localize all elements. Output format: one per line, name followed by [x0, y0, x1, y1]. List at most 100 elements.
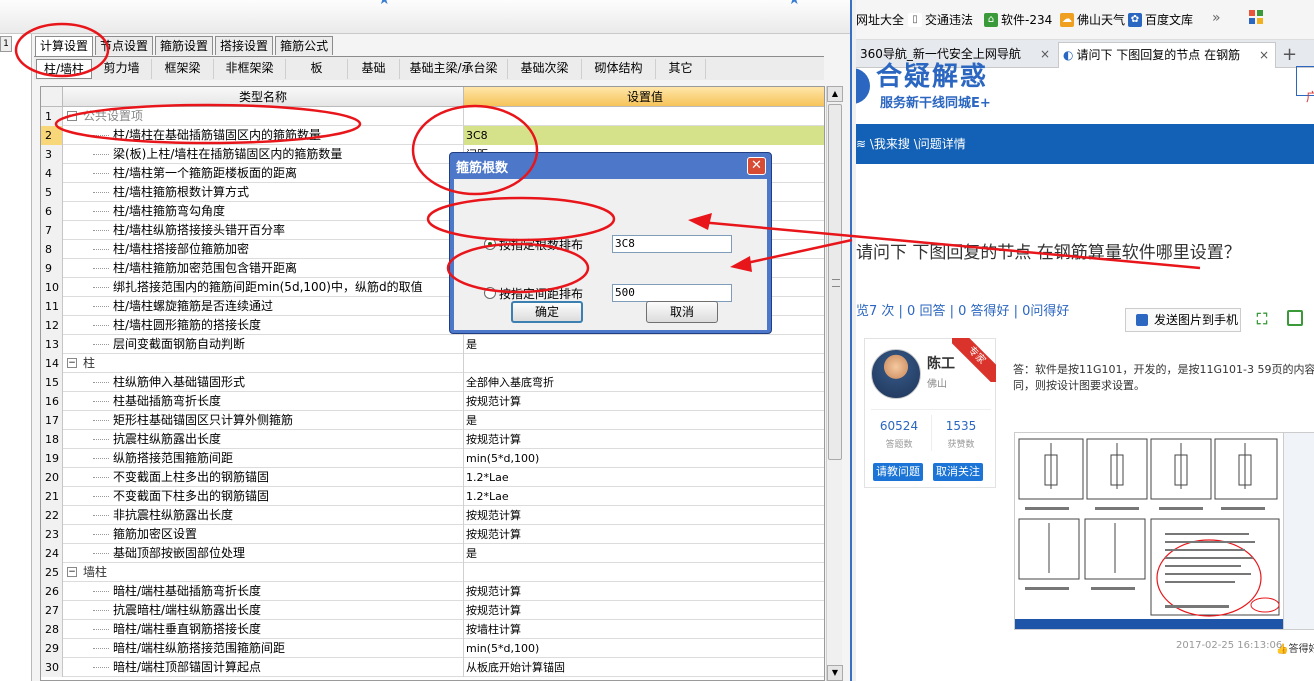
tab-sub-7[interactable]: 基础次梁	[508, 59, 582, 79]
row-setting-value[interactable]: 全部伸入基底弯折	[464, 373, 824, 392]
window-top-bar: ★ ★	[0, 0, 852, 34]
expand-icon[interactable]: ⛶	[1254, 310, 1270, 328]
row-setting-value[interactable]	[464, 107, 824, 126]
row-number: 30	[41, 658, 63, 677]
expert-name[interactable]: 陈工	[927, 353, 955, 373]
row-setting-value[interactable]: min(5*d,100)	[464, 639, 824, 658]
bookmark-item[interactable]: ▯ 交通违法	[908, 11, 973, 29]
ask-question-button[interactable]: 请教问题	[873, 463, 923, 481]
tab-sub-0[interactable]: 柱/墙柱	[36, 59, 92, 79]
row-number-header	[41, 87, 63, 107]
table-row[interactable]: 27 抗震暗柱/端柱纵筋露出长度 按规范计算	[41, 601, 824, 620]
row-setting-value[interactable]: 3C8	[464, 126, 824, 145]
good-answer-button[interactable]: 👍答得好	[1276, 640, 1314, 655]
table-row[interactable]: 22 非抗震柱纵筋露出长度 按规范计算	[41, 506, 824, 525]
tab-sub-1[interactable]: 剪力墙	[92, 59, 152, 79]
table-row[interactable]: 29 暗柱/端柱纵筋搭接范围箍筋间距 min(5*d,100)	[41, 639, 824, 658]
bookmark-label: 佛山天气	[1077, 13, 1126, 27]
table-row[interactable]: 17 矩形柱基础锚固区只计算外侧箍筋 是	[41, 411, 824, 430]
grid-scrollbar[interactable]: ▲ ▼	[826, 86, 843, 681]
tab-main-0[interactable]: 计算设置	[35, 36, 94, 57]
row-setting-value[interactable]: 1.2*Lae	[464, 468, 824, 487]
send-to-phone-button[interactable]: 发送图片到手机	[1125, 308, 1241, 332]
close-icon[interactable]: ×	[1259, 43, 1269, 67]
answer-image[interactable]	[1014, 432, 1314, 630]
save-icon[interactable]	[1287, 310, 1303, 326]
table-row[interactable]: 13 层间变截面钢筋自动判断 是	[41, 335, 824, 354]
radio-unchecked-icon[interactable]	[484, 287, 496, 299]
row-setting-value[interactable]: 按规范计算	[464, 601, 824, 620]
row-setting-value[interactable]: min(5*d,100)	[464, 449, 824, 468]
avatar[interactable]	[871, 349, 921, 399]
table-row[interactable]: 15 柱纵筋伸入基础锚固形式 全部伸入基底弯折	[41, 373, 824, 392]
tab-main-4[interactable]: 箍筋公式	[275, 36, 334, 55]
table-row[interactable]: 26 暗柱/端柱基础插筋弯折长度 按规范计算	[41, 582, 824, 601]
unfollow-button[interactable]: 取消关注	[933, 463, 983, 481]
collapse-icon[interactable]: −	[67, 358, 77, 368]
tab-sub-6[interactable]: 基础主梁/承台梁	[400, 59, 508, 79]
tab-main-1[interactable]: 节点设置	[95, 36, 154, 55]
row-setting-value[interactable]	[464, 563, 824, 582]
collapse-icon[interactable]: −	[67, 111, 77, 121]
table-row[interactable]: 19 纵筋搭接范围箍筋间距 min(5*d,100)	[41, 449, 824, 468]
radio-checked-icon[interactable]	[484, 238, 496, 250]
bookmark-item[interactable]: 网址大全	[856, 11, 904, 29]
row-setting-value[interactable]: 按规范计算	[464, 430, 824, 449]
tab-main-3[interactable]: 搭接设置	[215, 36, 274, 55]
tab-sub-2[interactable]: 框架梁	[152, 59, 214, 79]
table-row[interactable]: 2 柱/墙柱在基础插筋锚固区内的箍筋数量 3C8	[41, 126, 824, 145]
table-row[interactable]: 24 基础顶部按嵌固部位处理 是	[41, 544, 824, 563]
tab-main-2[interactable]: 箍筋设置	[155, 36, 214, 55]
breadcrumb[interactable]: ≋ \我来搜 \问题详情	[856, 124, 1314, 164]
tab-sub-5[interactable]: 基础	[348, 59, 400, 79]
close-icon[interactable]: ×	[1040, 42, 1050, 66]
table-row[interactable]: 18 抗震柱纵筋露出长度 按规范计算	[41, 430, 824, 449]
scroll-thumb[interactable]	[828, 104, 842, 460]
row-setting-value[interactable]: 按规范计算	[464, 582, 824, 601]
row-setting-value[interactable]: 按规范计算	[464, 525, 824, 544]
cancel-button[interactable]: 取消	[646, 301, 718, 323]
browser-tab-question[interactable]: ◐ 请问下 下图回复的节点 在钢筋 ×	[1058, 42, 1276, 68]
bookmark-item[interactable]: ✿ 百度文库	[1128, 11, 1193, 29]
scroll-down-arrow-icon[interactable]: ▼	[827, 665, 843, 681]
table-row[interactable]: 20 不变截面上柱多出的钢筋锚固 1.2*Lae	[41, 468, 824, 487]
table-row[interactable]: 21 不变截面下柱多出的钢筋锚固 1.2*Lae	[41, 487, 824, 506]
tab-sub-8[interactable]: 砌体结构	[582, 59, 656, 79]
close-icon[interactable]: ✕	[747, 157, 766, 175]
row-setting-value[interactable]: 按规范计算	[464, 506, 824, 525]
bookmark-item[interactable]: ☁ 佛山天气	[1060, 11, 1125, 29]
row-setting-value[interactable]: 是	[464, 544, 824, 563]
count-input[interactable]: 3C8	[612, 235, 732, 253]
panel-tab[interactable]: 1	[0, 36, 12, 52]
row-setting-value[interactable]	[464, 354, 824, 373]
row-type-name: 暗柱/端柱顶部锚固计算起点	[63, 658, 464, 677]
spacing-input[interactable]: 500	[612, 284, 732, 302]
tab-sub-3[interactable]: 非框架梁	[214, 59, 286, 79]
table-row[interactable]: 30 暗柱/端柱顶部锚固计算起点 从板底开始计算锚固	[41, 658, 824, 677]
collapse-icon[interactable]: −	[67, 567, 77, 577]
row-number: 28	[41, 620, 63, 639]
apps-grid-icon[interactable]	[1249, 10, 1265, 26]
tab-sub-4[interactable]: 板	[286, 59, 348, 79]
table-row[interactable]: 25− 墙柱	[41, 563, 824, 582]
row-setting-value[interactable]: 是	[464, 335, 824, 354]
radio-by-spacing[interactable]: 按指定间距排布	[484, 283, 583, 303]
table-row[interactable]: 23 箍筋加密区设置 按规范计算	[41, 525, 824, 544]
scroll-up-arrow-icon[interactable]: ▲	[827, 86, 843, 102]
radio-by-count[interactable]: 按指定根数排布	[484, 234, 583, 254]
table-row[interactable]: 16 柱基础插筋弯折长度 按规范计算	[41, 392, 824, 411]
table-row[interactable]: 14− 柱	[41, 354, 824, 373]
row-setting-value[interactable]: 从板底开始计算锚固	[464, 658, 824, 677]
ok-button[interactable]: 确定	[511, 301, 583, 323]
bookmark-item[interactable]: ⌂ 软件-234	[984, 11, 1052, 29]
more-bookmarks-icon[interactable]: »	[1212, 10, 1221, 26]
row-setting-value[interactable]: 按规范计算	[464, 392, 824, 411]
row-type-name: 柱/墙柱纵筋搭接接头错开百分率	[63, 221, 464, 240]
table-row[interactable]: 28 暗柱/端柱垂直钢筋搭接长度 按墙柱计算	[41, 620, 824, 639]
row-setting-value[interactable]: 1.2*Lae	[464, 487, 824, 506]
tab-sub-9[interactable]: 其它	[656, 59, 706, 79]
row-setting-value[interactable]: 是	[464, 411, 824, 430]
row-setting-value[interactable]: 按墙柱计算	[464, 620, 824, 639]
table-row[interactable]: 1− 公共设置项	[41, 107, 824, 126]
new-tab-button[interactable]: +	[1282, 44, 1297, 65]
